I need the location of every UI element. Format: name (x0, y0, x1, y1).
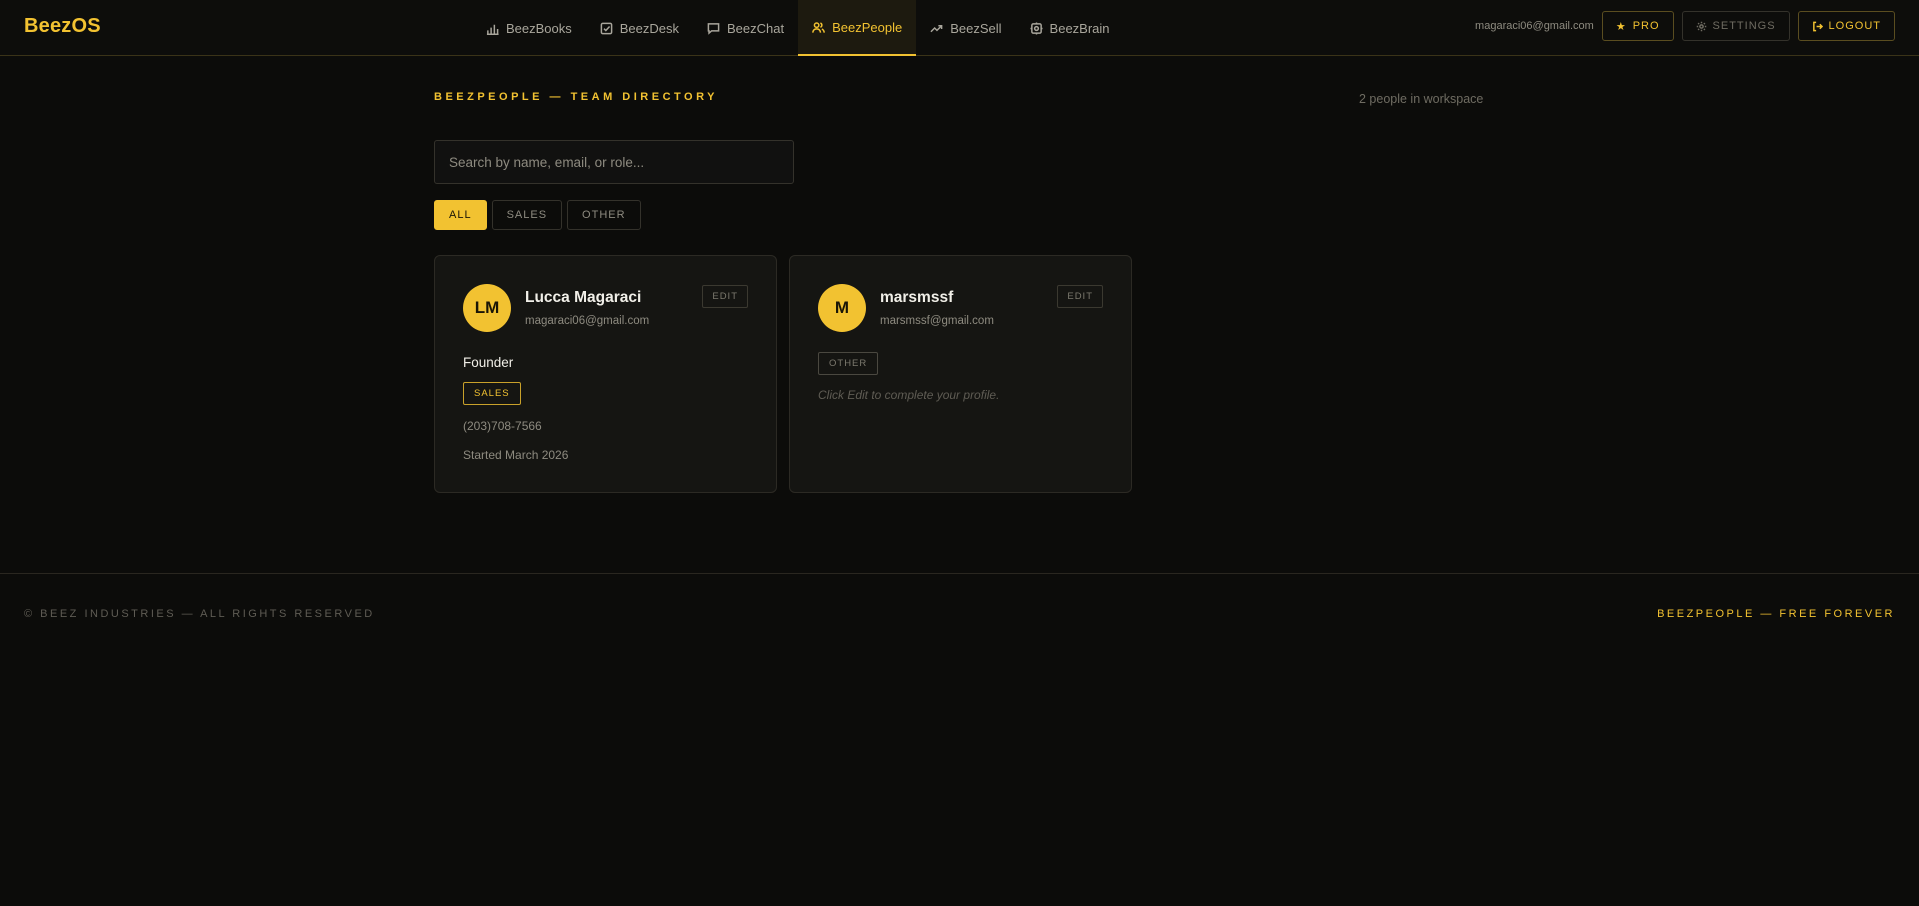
person-card: M marsmssf marsmssf@gmail.com EDIT OTHER… (789, 255, 1132, 493)
users-icon (812, 21, 826, 33)
star-icon: ★ (1615, 20, 1627, 33)
footer-tagline: BEEZPEOPLE — FREE FOREVER (1657, 608, 1895, 620)
nav-item-beezsell[interactable]: BeezSell (916, 0, 1015, 56)
nav-item-beezbrain[interactable]: BeezBrain (1016, 0, 1124, 56)
edit-button[interactable]: EDIT (702, 285, 748, 308)
pro-label: PRO (1632, 20, 1660, 32)
top-nav-bar: BeezOS BeezBooks BeezDesk BeezChat BeezP… (0, 0, 1919, 56)
chat-bubble-icon (707, 22, 720, 35)
avatar: LM (463, 284, 511, 332)
nav-item-beezchat[interactable]: BeezChat (693, 0, 798, 56)
filter-all-button[interactable]: ALL (434, 200, 487, 230)
check-square-icon (600, 22, 613, 34)
person-email: marsmssf@gmail.com (880, 315, 994, 327)
person-phone: (203)708-7566 (463, 419, 542, 433)
nav-label: BeezPeople (832, 19, 903, 35)
people-count: 2 people in workspace (1359, 92, 1484, 106)
person-card: LM Lucca Magaraci magaraci06@gmail.com E… (434, 255, 777, 493)
department-badge: OTHER (818, 352, 879, 375)
filter-sales-button[interactable]: SALES (491, 200, 563, 230)
footer: © BEEZ INDUSTRIES — ALL RIGHTS RESERVED … (0, 573, 1919, 653)
nav-label: BeezBrain (1049, 20, 1110, 36)
filter-group: ALL SALES OTHER (434, 200, 641, 230)
person-role: Founder (463, 355, 514, 370)
nav-label: BeezBooks (506, 20, 572, 36)
copyright-text: © BEEZ INDUSTRIES — ALL RIGHTS RESERVED (24, 608, 375, 620)
nav-item-beezdesk[interactable]: BeezDesk (586, 0, 693, 56)
bar-chart-icon (486, 24, 499, 35)
gear-icon (1696, 21, 1706, 31)
logout-icon (1812, 21, 1823, 31)
person-start-date: Started March 2026 (463, 448, 569, 462)
header-actions: magaraci06@gmail.com ★ PRO SETTINGS LOGO… (1475, 11, 1895, 41)
nav-label: BeezDesk (619, 20, 680, 36)
settings-label: SETTINGS (1712, 20, 1776, 32)
brain-chip-icon (1030, 21, 1043, 35)
profile-hint: Click Edit to complete your profile. (818, 388, 1000, 402)
nav-label: BeezSell (950, 20, 1002, 36)
person-email: magaraci06@gmail.com (525, 315, 650, 327)
search-input[interactable] (434, 140, 794, 184)
logout-button[interactable]: LOGOUT (1797, 11, 1895, 41)
nav-label: BeezChat (727, 20, 785, 36)
app-logo[interactable]: BeezOS (24, 15, 101, 38)
logout-label: LOGOUT (1828, 20, 1881, 32)
nav-item-beezbooks[interactable]: BeezBooks (472, 0, 586, 56)
edit-button[interactable]: EDIT (1057, 285, 1103, 308)
page-title: BEEZPEOPLE — TEAM DIRECTORY (434, 91, 718, 103)
person-name: marsmssf (880, 289, 954, 306)
app-nav: BeezBooks BeezDesk BeezChat BeezPeople B… (472, 0, 1124, 56)
nav-item-beezpeople[interactable]: BeezPeople (798, 0, 917, 56)
avatar: M (818, 284, 866, 332)
people-grid: LM Lucca Magaraci magaraci06@gmail.com E… (434, 255, 1132, 493)
pro-button[interactable]: ★ PRO (1601, 11, 1674, 41)
person-name: Lucca Magaraci (525, 289, 642, 306)
department-badge: SALES (463, 382, 521, 405)
filter-other-button[interactable]: OTHER (567, 200, 641, 230)
settings-button[interactable]: SETTINGS (1681, 11, 1790, 41)
trending-up-icon (930, 24, 943, 32)
user-email: magaraci06@gmail.com (1475, 20, 1594, 32)
